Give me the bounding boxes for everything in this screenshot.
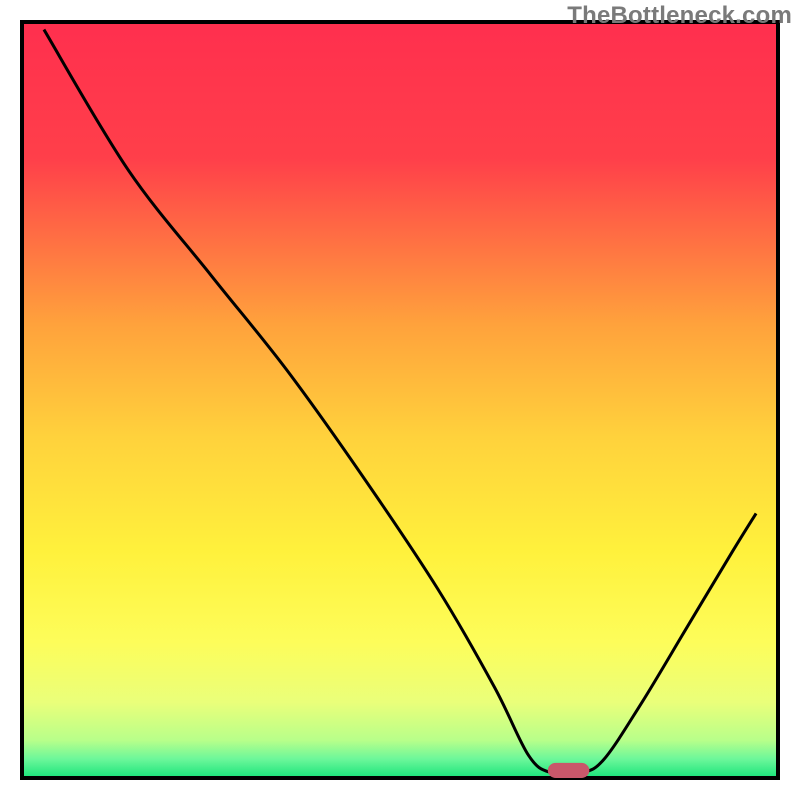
optimal-marker [548, 763, 590, 778]
chart-svg [0, 0, 800, 800]
bottleneck-chart: TheBottleneck.com [0, 0, 800, 800]
watermark-label: TheBottleneck.com [567, 2, 792, 30]
